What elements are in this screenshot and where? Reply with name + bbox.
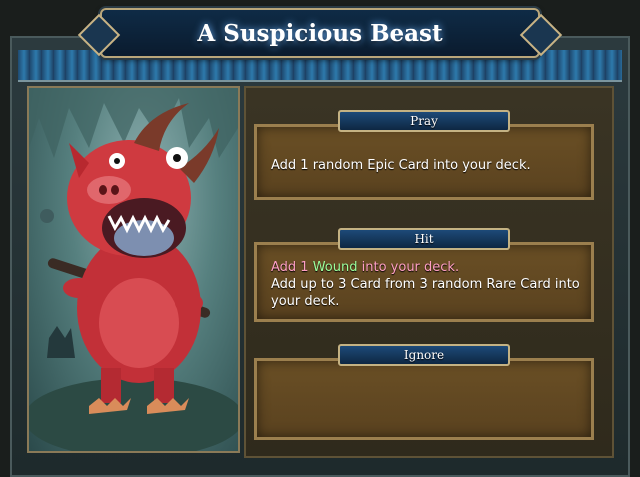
event-title: A Suspicious Beast bbox=[197, 20, 443, 47]
hit-penalty-suffix: into your deck. bbox=[361, 260, 460, 275]
option-ignore-button[interactable]: Ignore bbox=[338, 344, 510, 366]
option-pray-box[interactable]: Add 1 random Epic Card into your deck. bbox=[254, 124, 594, 200]
option-hit-button[interactable]: Hit bbox=[338, 228, 510, 250]
event-portrait bbox=[27, 86, 240, 453]
beast-illustration bbox=[29, 88, 238, 451]
option-hit-box[interactable]: Add 1 Wound into your deck. Add up to 3 … bbox=[254, 242, 594, 322]
hit-penalty-keyword: Wound bbox=[312, 260, 358, 275]
title-plate: A Suspicious Beast bbox=[100, 8, 540, 58]
option-hit-penalty: Add 1 Wound into your deck. bbox=[271, 259, 581, 276]
hit-penalty-prefix: Add 1 bbox=[271, 260, 309, 275]
option-pray-description: Add 1 random Epic Card into your deck. bbox=[271, 158, 531, 173]
option-pray-button[interactable]: Pray bbox=[338, 110, 510, 132]
option-hit-description: Add up to 3 Card from 3 random Rare Card… bbox=[271, 277, 580, 309]
option-ignore-box[interactable] bbox=[254, 358, 594, 440]
